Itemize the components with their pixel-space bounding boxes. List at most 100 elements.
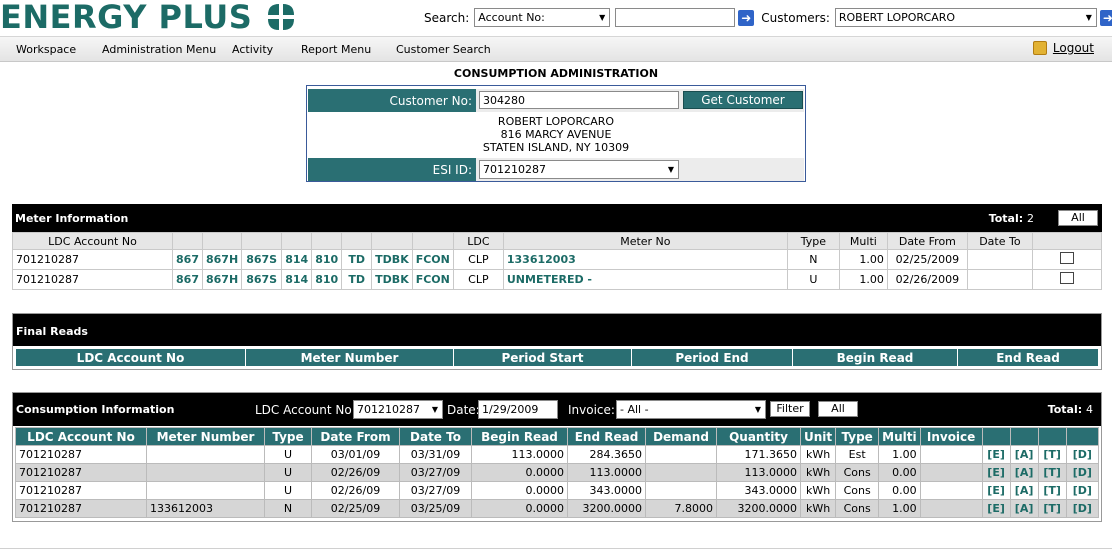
t-link[interactable]: [T]: [1037, 445, 1067, 464]
t-link[interactable]: [T]: [1037, 481, 1067, 500]
customers-select[interactable]: ROBERT LOPORCARO ▼: [834, 8, 1097, 27]
t-link[interactable]: [T]: [1037, 499, 1067, 518]
table-row: 701210287 867 867H 867S 814 810 TD TDBK …: [12, 269, 1103, 290]
col-multi: Multi: [838, 232, 888, 250]
consumption-total-value: 4: [1086, 403, 1093, 416]
meter-total-label: Total:: [988, 212, 1024, 225]
link-fcon[interactable]: FCON: [411, 249, 454, 270]
link-810[interactable]: 810: [311, 269, 343, 290]
customer-panel: Customer No: 304280 Get Customer ROBERT …: [306, 85, 806, 182]
link-867s[interactable]: 867S: [241, 249, 283, 270]
esi-label: ESI ID:: [308, 158, 476, 181]
customer-no-input[interactable]: 304280: [479, 91, 679, 109]
customers-go-button[interactable]: ➜: [1099, 9, 1112, 26]
link-867[interactable]: 867: [172, 269, 203, 290]
date-filter-label: Date:: [447, 403, 480, 417]
customer-no-row: Customer No: 304280 Get Customer: [308, 89, 804, 112]
col-date-to: Date To: [966, 232, 1033, 250]
chevron-down-icon: ▼: [599, 13, 606, 22]
delete-link[interactable]: [D]: [1065, 463, 1100, 482]
final-reads-title: Final Reads: [16, 325, 88, 338]
a-link[interactable]: [A]: [1009, 481, 1039, 500]
table-row: 701210287 U 02/26/09 03/27/09 0.0000 113…: [15, 463, 1100, 482]
edit-link[interactable]: [E]: [981, 499, 1011, 518]
consumption-total-label: Total:: [1047, 403, 1083, 416]
menu-administration[interactable]: Administration Menu: [102, 43, 216, 56]
t-link[interactable]: [T]: [1037, 463, 1067, 482]
logo: ENERGY PLUS: [0, 0, 296, 34]
meter-info-title: Meter Information: [15, 212, 129, 225]
delete-link[interactable]: [D]: [1065, 481, 1100, 500]
page-title: CONSUMPTION ADMINISTRATION: [453, 67, 659, 80]
logout-link[interactable]: Logout: [1032, 41, 1094, 55]
link-867s[interactable]: 867S: [241, 269, 283, 290]
customer-name: ROBERT LOPORCARO: [497, 115, 615, 128]
chevron-down-icon: ▼: [754, 405, 761, 414]
delete-link[interactable]: [D]: [1065, 499, 1100, 518]
invoice-filter-label: Invoice:: [568, 403, 615, 417]
meter-all-button[interactable]: All: [1058, 210, 1098, 226]
search-go-button[interactable]: ➜: [738, 9, 755, 26]
get-customer-button[interactable]: Get Customer: [683, 91, 803, 109]
filter-button[interactable]: Filter: [770, 401, 810, 417]
consumption-title: Consumption Information: [16, 403, 175, 416]
table-row: 701210287 133612003 N 02/25/09 03/25/09 …: [15, 499, 1100, 518]
customer-address: ROBERT LOPORCARO 816 MARCY AVENUE STATEN…: [307, 115, 805, 154]
link-fcon[interactable]: FCON: [411, 269, 454, 290]
esi-row: ESI ID: 701210287 ▼: [308, 158, 804, 181]
link-tdbk[interactable]: TDBK: [371, 249, 413, 270]
link-814[interactable]: 814: [281, 269, 313, 290]
delete-link[interactable]: [D]: [1065, 445, 1100, 464]
consumption-header-row: LDC Account No Meter Number Type Date Fr…: [15, 427, 1100, 446]
link-tdbk[interactable]: TDBK: [371, 269, 413, 290]
esi-select[interactable]: 701210287 ▼: [479, 160, 679, 179]
table-row: 701210287 U 03/01/09 03/31/09 113.0000 2…: [15, 445, 1100, 464]
customer-city: STATEN ISLAND, NY 10309: [482, 141, 630, 154]
search-type-select[interactable]: Account No: ▼: [474, 8, 611, 27]
invoice-filter-select[interactable]: - All - ▼: [616, 400, 766, 419]
edit-link[interactable]: [E]: [981, 445, 1011, 464]
edit-link[interactable]: [E]: [981, 481, 1011, 500]
logo-text: ENERGY PLUS: [0, 0, 253, 36]
ldc-filter-select[interactable]: 701210287 ▼: [353, 400, 443, 419]
a-link[interactable]: [A]: [1009, 463, 1039, 482]
customers-label: Customers:: [761, 10, 830, 25]
col-date-from: Date From: [886, 232, 968, 250]
edit-icon[interactable]: [1059, 252, 1074, 264]
final-reads-header-row: LDC Account No Meter Number Period Start…: [15, 348, 1099, 367]
menu-customer-search[interactable]: Customer Search: [396, 43, 491, 56]
final-reads-panel: Final Reads LDC Account No Meter Number …: [12, 313, 1102, 370]
search-input[interactable]: [615, 8, 736, 27]
link-867h[interactable]: 867H: [201, 269, 243, 290]
table-row: 701210287 867 867H 867S 814 810 TD TDBK …: [12, 249, 1103, 270]
edit-icon[interactable]: [1059, 272, 1074, 284]
menu-activity[interactable]: Activity: [232, 43, 273, 56]
menu-report[interactable]: Report Menu: [301, 43, 371, 56]
link-867h[interactable]: 867H: [201, 249, 243, 270]
chevron-down-icon: ▼: [431, 405, 438, 414]
a-link[interactable]: [A]: [1009, 445, 1039, 464]
chevron-down-icon: ▼: [667, 165, 674, 174]
meter-no-link[interactable]: UNMETERED -: [502, 269, 788, 290]
link-814[interactable]: 814: [281, 249, 313, 270]
col-type: Type: [786, 232, 840, 250]
plus-logo-icon: [266, 2, 296, 32]
meter-info-header: Meter Information Total: 2 All: [12, 204, 1102, 232]
chevron-down-icon: ▼: [1085, 13, 1092, 22]
link-td[interactable]: TD: [341, 269, 373, 290]
link-810[interactable]: 810: [311, 249, 343, 270]
meter-no-link[interactable]: 133612003: [502, 249, 788, 270]
link-867[interactable]: 867: [172, 249, 203, 270]
footer-divider: [0, 548, 1112, 549]
menu-workspace[interactable]: Workspace: [16, 43, 76, 56]
edit-link[interactable]: [E]: [981, 463, 1011, 482]
a-link[interactable]: [A]: [1009, 499, 1039, 518]
consumption-all-button[interactable]: All: [818, 401, 858, 417]
key-icon: [1032, 41, 1047, 55]
consumption-panel: Consumption Information LDC Account No: …: [12, 392, 1102, 522]
meter-total-value: 2: [1027, 212, 1034, 225]
final-reads-table: LDC Account No Meter Number Period Start…: [15, 348, 1099, 367]
link-td[interactable]: TD: [341, 249, 373, 270]
customer-no-label: Customer No:: [308, 89, 476, 112]
date-filter-input[interactable]: 1/29/2009: [478, 400, 558, 419]
